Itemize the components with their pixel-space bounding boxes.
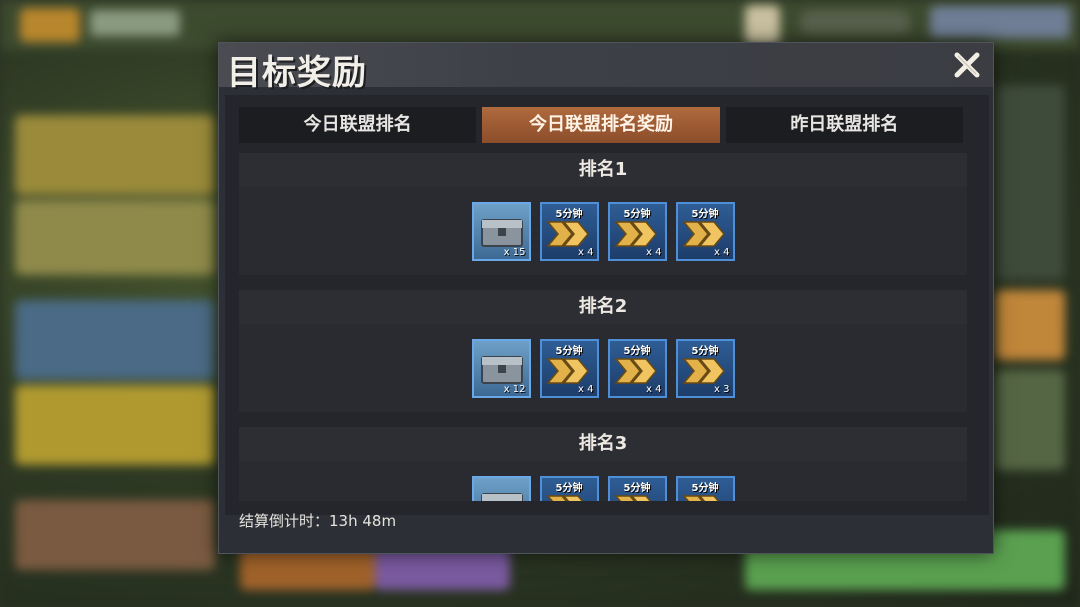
reward-duration-label: 5分钟 bbox=[691, 482, 719, 494]
reward-quantity: x 12 bbox=[503, 383, 526, 395]
reward-item-speedup[interactable]: 5分钟 x 4 bbox=[607, 201, 667, 261]
reward-quantity: x 4 bbox=[646, 383, 662, 395]
rank-reward-list[interactable]: 排名1 x 15 5分钟 x 4 5分钟 x 4 5分钟 x 4 排名2 x 1… bbox=[239, 153, 967, 501]
reward-duration-label: 5分钟 bbox=[555, 345, 583, 357]
background-avatar bbox=[745, 5, 780, 45]
tab-bar: 今日联盟排名 今日联盟排名奖励 昨日联盟排名 bbox=[239, 107, 963, 143]
reward-item-chest[interactable]: x 15 bbox=[471, 201, 531, 261]
background-card bbox=[15, 500, 215, 570]
reward-item-speedup[interactable]: 5分钟 bbox=[675, 475, 735, 501]
reward-duration-label: 5分钟 bbox=[555, 482, 583, 494]
background-card bbox=[15, 385, 215, 465]
modal-header: 目标奖励 bbox=[219, 43, 993, 93]
modal-title: 目标奖励 bbox=[227, 53, 367, 93]
reward-quantity: x 3 bbox=[714, 383, 730, 395]
reward-duration-label: 5分钟 bbox=[623, 482, 651, 494]
settlement-countdown: 结算倒计时：13h 48m bbox=[239, 512, 397, 530]
reward-item-chest[interactable]: x 12 bbox=[471, 338, 531, 398]
reward-quantity: x 4 bbox=[578, 383, 594, 395]
reward-modal: 目标奖励 今日联盟排名 今日联盟排名奖励 昨日联盟排名 排名1 x 15 5分钟… bbox=[218, 42, 994, 554]
reward-row: x 15 5分钟 x 4 5分钟 x 4 5分钟 x 4 bbox=[239, 187, 967, 275]
background-card bbox=[995, 85, 1065, 280]
rank-label: 排名2 bbox=[239, 290, 967, 324]
supply-chest-icon bbox=[480, 492, 523, 501]
reward-item-speedup[interactable]: 5分钟 x 4 bbox=[607, 338, 667, 398]
background-resource bbox=[800, 10, 910, 34]
reward-item-speedup[interactable]: 5分钟 x 3 bbox=[675, 338, 735, 398]
rank-block: 排名1 x 15 5分钟 x 4 5分钟 x 4 5分钟 x 4 bbox=[239, 153, 967, 290]
rank-label: 排名3 bbox=[239, 427, 967, 461]
tab-today-ranking-rewards[interactable]: 今日联盟排名奖励 bbox=[482, 107, 720, 143]
reward-row: 5分钟 5分钟 5分钟 bbox=[239, 461, 967, 501]
reward-item-speedup[interactable]: 5分钟 x 4 bbox=[675, 201, 735, 261]
reward-quantity: x 4 bbox=[714, 246, 730, 258]
reward-item-speedup[interactable]: 5分钟 x 4 bbox=[539, 201, 599, 261]
background-card bbox=[995, 290, 1065, 360]
reward-row: x 12 5分钟 x 4 5分钟 x 4 5分钟 x 3 bbox=[239, 324, 967, 412]
reward-duration-label: 5分钟 bbox=[555, 208, 583, 220]
tab-today-ranking[interactable]: 今日联盟排名 bbox=[239, 107, 477, 143]
background-title bbox=[90, 10, 180, 36]
background-card bbox=[15, 300, 215, 380]
background-card bbox=[995, 370, 1065, 470]
close-x-icon bbox=[954, 52, 980, 78]
rank-label: 排名1 bbox=[239, 153, 967, 187]
reward-item-chest[interactable] bbox=[471, 475, 531, 501]
rank-block: 排名3 5分钟 5分钟 5分钟 bbox=[239, 427, 967, 501]
reward-item-speedup[interactable]: 5分钟 bbox=[607, 475, 667, 501]
reward-duration-label: 5分钟 bbox=[623, 208, 651, 220]
reward-duration-label: 5分钟 bbox=[623, 345, 651, 357]
reward-quantity: x 15 bbox=[503, 246, 526, 258]
reward-duration-label: 5分钟 bbox=[691, 345, 719, 357]
reward-item-speedup[interactable]: 5分钟 bbox=[539, 475, 599, 501]
reward-quantity: x 4 bbox=[646, 246, 662, 258]
background-logo bbox=[20, 8, 80, 42]
rank-block: 排名2 x 12 5分钟 x 4 5分钟 x 4 5分钟 x 3 bbox=[239, 290, 967, 427]
background-card bbox=[15, 200, 215, 275]
reward-quantity: x 4 bbox=[578, 246, 594, 258]
tab-yesterday-ranking[interactable]: 昨日联盟排名 bbox=[725, 107, 963, 143]
modal-body: 今日联盟排名 今日联盟排名奖励 昨日联盟排名 排名1 x 15 5分钟 x 4 … bbox=[225, 95, 989, 515]
reward-item-speedup[interactable]: 5分钟 x 4 bbox=[539, 338, 599, 398]
background-button bbox=[930, 6, 1070, 38]
reward-duration-label: 5分钟 bbox=[691, 208, 719, 220]
background-card bbox=[15, 115, 215, 195]
close-button[interactable] bbox=[951, 49, 983, 81]
